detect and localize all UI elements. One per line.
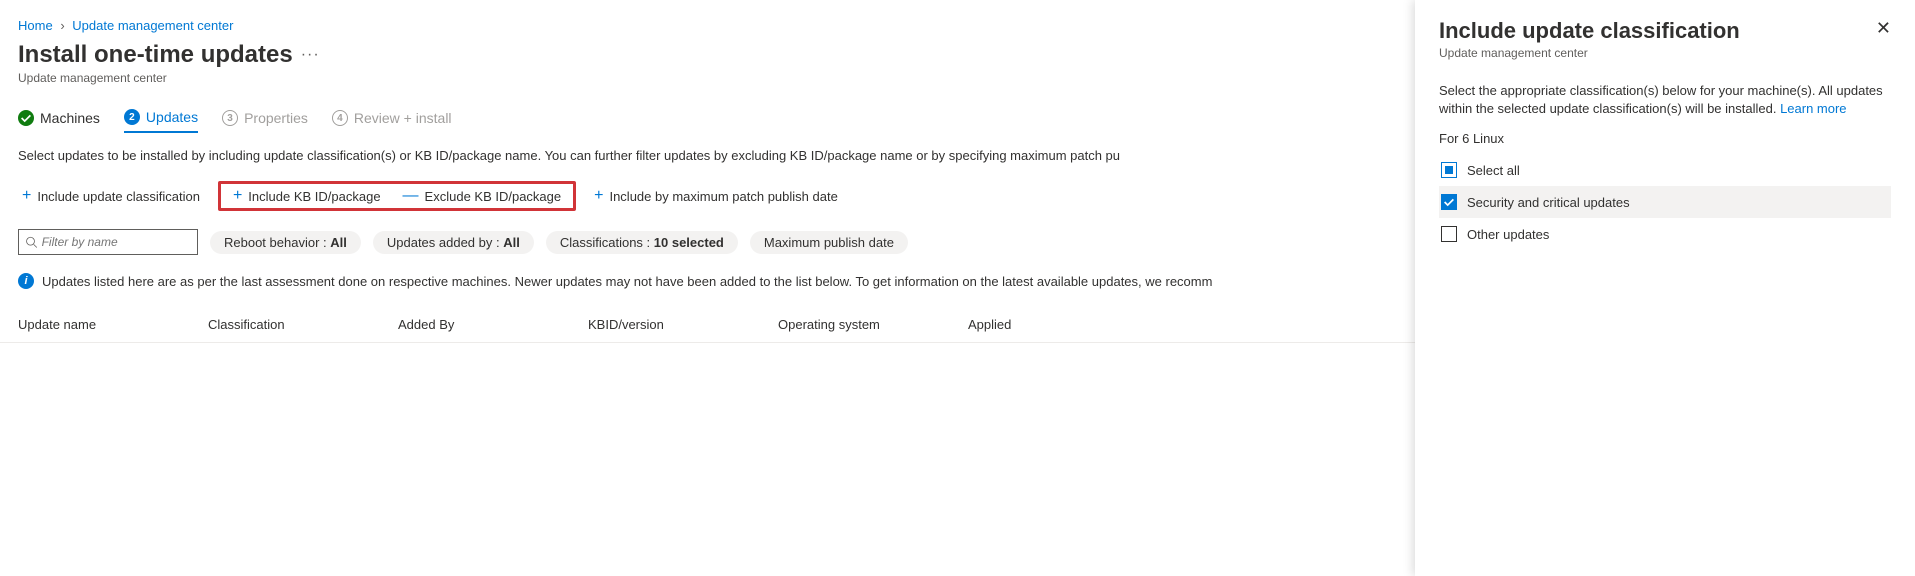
column-operating-system[interactable]: Operating system: [778, 317, 968, 332]
include-classification-button[interactable]: + Include update classification: [18, 186, 204, 206]
column-added-by[interactable]: Added By: [398, 317, 588, 332]
pill-label: Classifications :: [560, 235, 654, 250]
checkbox-unchecked-icon[interactable]: [1441, 226, 1457, 242]
step-label: Machines: [40, 110, 100, 126]
side-panel: Include update classification Update man…: [1415, 0, 1915, 576]
option-security-critical[interactable]: Security and critical updates: [1439, 186, 1891, 218]
step-number: 4: [332, 110, 348, 126]
step-machines[interactable]: Machines: [18, 109, 100, 133]
column-update-name[interactable]: Update name: [18, 317, 208, 332]
step-properties[interactable]: 3 Properties: [222, 109, 308, 133]
pill-label: Reboot behavior :: [224, 235, 330, 250]
step-number: 3: [222, 110, 238, 126]
info-text: Updates listed here are as per the last …: [42, 274, 1212, 289]
panel-for-label: For 6 Linux: [1439, 131, 1891, 146]
minus-icon: —: [403, 188, 419, 204]
pill-value: All: [330, 235, 347, 250]
check-icon: [18, 110, 34, 126]
highlight-box: + Include KB ID/package — Exclude KB ID/…: [218, 181, 576, 211]
more-actions[interactable]: ···: [301, 46, 320, 64]
info-icon: i: [18, 273, 34, 289]
panel-options-list: Select all Security and critical updates…: [1439, 154, 1891, 250]
filter-input[interactable]: [42, 235, 191, 249]
column-applied[interactable]: Applied: [968, 317, 1048, 332]
pill-updates-added-by[interactable]: Updates added by : All: [373, 231, 534, 254]
action-label: Include update classification: [37, 189, 200, 204]
close-icon[interactable]: ✕: [1876, 18, 1891, 39]
breadcrumb-item[interactable]: Update management center: [72, 18, 233, 33]
panel-title: Include update classification: [1439, 18, 1740, 44]
include-kb-button[interactable]: + Include KB ID/package: [229, 186, 385, 206]
pill-value: 10 selected: [654, 235, 724, 250]
panel-subtitle: Update management center: [1439, 46, 1740, 60]
exclude-kb-button[interactable]: — Exclude KB ID/package: [399, 186, 566, 206]
include-date-button[interactable]: + Include by maximum patch publish date: [590, 186, 842, 206]
column-kbid-version[interactable]: KBID/version: [588, 317, 778, 332]
step-label: Review + install: [354, 110, 452, 126]
action-label: Include KB ID/package: [248, 189, 380, 204]
option-other-updates[interactable]: Other updates: [1439, 218, 1891, 250]
plus-icon: +: [233, 188, 242, 204]
step-label: Properties: [244, 110, 308, 126]
step-number: 2: [124, 109, 140, 125]
pill-label: Updates added by :: [387, 235, 503, 250]
panel-description: Select the appropriate classification(s)…: [1439, 82, 1891, 117]
breadcrumb-home[interactable]: Home: [18, 18, 53, 33]
checkbox-checked-icon[interactable]: [1441, 194, 1457, 210]
checkbox-indeterminate-icon[interactable]: [1441, 162, 1457, 178]
plus-icon: +: [594, 188, 603, 204]
pill-reboot-behavior[interactable]: Reboot behavior : All: [210, 231, 361, 254]
select-all-label: Select all: [1467, 163, 1520, 178]
search-icon: [25, 235, 38, 249]
step-label: Updates: [146, 109, 198, 125]
action-label: Include by maximum patch publish date: [609, 189, 837, 204]
pill-max-publish-date[interactable]: Maximum publish date: [750, 231, 908, 254]
column-classification[interactable]: Classification: [208, 317, 398, 332]
pill-classifications[interactable]: Classifications : 10 selected: [546, 231, 738, 254]
page-title: Install one-time updates: [18, 41, 293, 69]
action-label: Exclude KB ID/package: [425, 189, 562, 204]
pill-value: All: [503, 235, 520, 250]
filter-input-wrapper[interactable]: [18, 229, 198, 255]
breadcrumb-separator: ›: [56, 18, 68, 33]
learn-more-link[interactable]: Learn more: [1780, 101, 1846, 116]
step-review-install[interactable]: 4 Review + install: [332, 109, 452, 133]
select-all-row[interactable]: Select all: [1439, 154, 1891, 186]
plus-icon: +: [22, 188, 31, 204]
step-updates[interactable]: 2 Updates: [124, 109, 198, 133]
option-label: Other updates: [1467, 227, 1549, 242]
option-label: Security and critical updates: [1467, 195, 1630, 210]
